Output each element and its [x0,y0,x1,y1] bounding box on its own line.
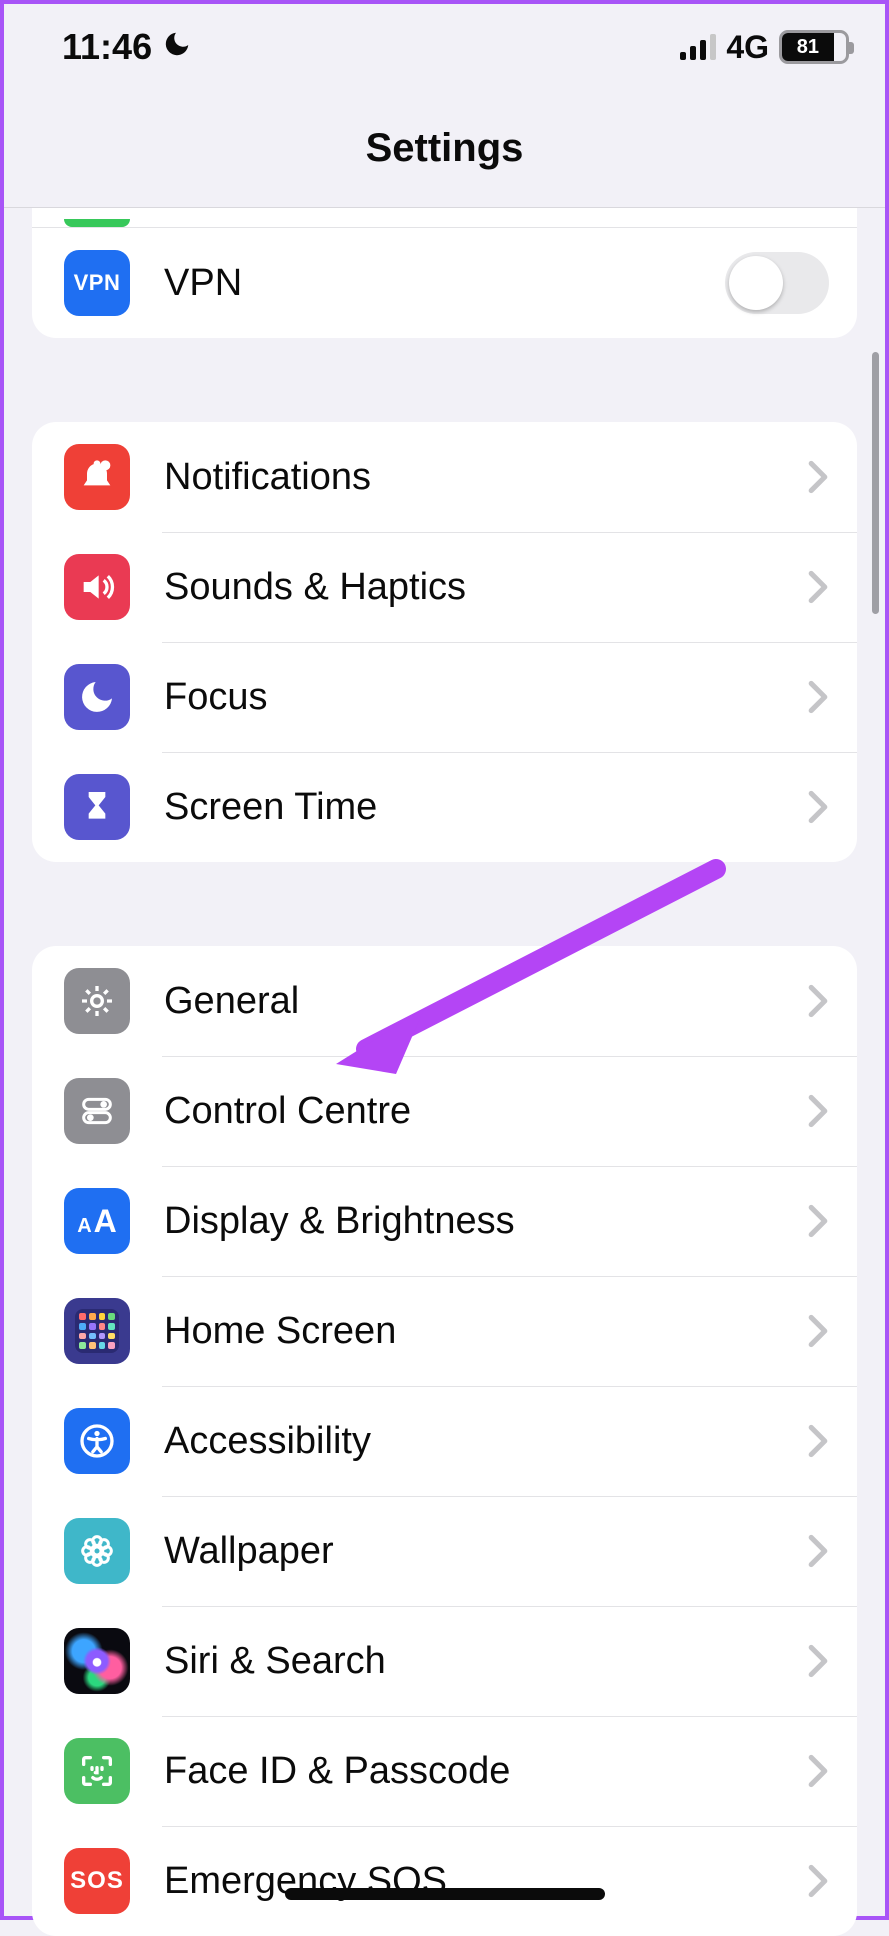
row-faceid[interactable]: Face ID & Passcode [32,1716,857,1826]
chevron-right-icon [807,1314,829,1348]
home-indicator[interactable] [285,1888,605,1900]
row-control-centre[interactable]: Control Centre [32,1056,857,1166]
chevron-right-icon [807,1754,829,1788]
row-sounds-label: Sounds & Haptics [130,566,807,609]
battery-icon: 81 [779,30,849,64]
row-home-screen[interactable]: Home Screen [32,1276,857,1386]
vpn-icon: VPN [64,250,130,316]
row-focus[interactable]: Focus [32,642,857,752]
faceid-icon [64,1738,130,1804]
hourglass-icon [64,774,130,840]
chevron-right-icon [807,1204,829,1238]
row-siri-label: Siri & Search [130,1640,807,1683]
scroll-indicator[interactable] [872,352,879,614]
settings-group-network: VPN VPN [32,208,857,338]
row-notifications[interactable]: Notifications [32,422,857,532]
chevron-right-icon [807,680,829,714]
battery-percent: 81 [797,36,819,59]
row-screen-time-label: Screen Time [130,786,807,829]
text-size-icon: AA [64,1188,130,1254]
moon-icon [64,664,130,730]
chevron-right-icon [807,790,829,824]
page-title: Settings [4,74,885,208]
chevron-right-icon [807,1534,829,1568]
toggles-icon [64,1078,130,1144]
row-screen-time[interactable]: Screen Time [32,752,857,862]
row-home-screen-label: Home Screen [130,1310,807,1353]
chevron-right-icon [807,1424,829,1458]
vpn-switch[interactable] [725,252,829,314]
row-accessibility[interactable]: Accessibility [32,1386,857,1496]
row-notifications-label: Notifications [130,456,807,499]
signal-bars-icon [680,34,716,60]
app-grid-icon [64,1298,130,1364]
row-siri[interactable]: Siri & Search [32,1606,857,1716]
row-wallpaper[interactable]: Wallpaper [32,1496,857,1606]
speaker-icon [64,554,130,620]
flower-icon [64,1518,130,1584]
status-left: 11:46 [62,26,192,68]
peek-icon-fragment [64,219,130,227]
chevron-right-icon [807,1864,829,1898]
status-time: 11:46 [62,26,152,68]
chevron-right-icon [807,570,829,604]
status-right: 4G 81 [680,29,849,66]
settings-group-attention: Notifications Sounds & Haptics Focus Scr… [32,422,857,862]
row-general[interactable]: General [32,946,857,1056]
row-peek [32,208,857,228]
status-bar: 11:46 4G 81 [4,4,885,74]
row-display[interactable]: AA Display & Brightness [32,1166,857,1276]
chevron-right-icon [807,1094,829,1128]
sos-icon: SOS [64,1848,130,1914]
row-focus-label: Focus [130,676,807,719]
dnd-moon-icon [162,26,192,68]
row-control-centre-label: Control Centre [130,1090,807,1133]
gear-icon [64,968,130,1034]
row-general-label: General [130,980,807,1023]
row-vpn-label: VPN [130,262,725,305]
settings-scroll[interactable]: VPN VPN Notifications Sounds & Haptics [4,208,885,1936]
settings-group-device: General Control Centre AA Display & Brig… [32,946,857,1936]
row-vpn[interactable]: VPN VPN [32,228,857,338]
chevron-right-icon [807,1644,829,1678]
row-sounds[interactable]: Sounds & Haptics [32,532,857,642]
row-accessibility-label: Accessibility [130,1420,807,1463]
row-display-label: Display & Brightness [130,1200,807,1243]
accessibility-icon [64,1408,130,1474]
row-faceid-label: Face ID & Passcode [130,1750,807,1793]
row-wallpaper-label: Wallpaper [130,1530,807,1573]
network-label: 4G [726,29,769,66]
chevron-right-icon [807,460,829,494]
siri-icon [64,1628,130,1694]
chevron-right-icon [807,984,829,1018]
bell-icon [64,444,130,510]
